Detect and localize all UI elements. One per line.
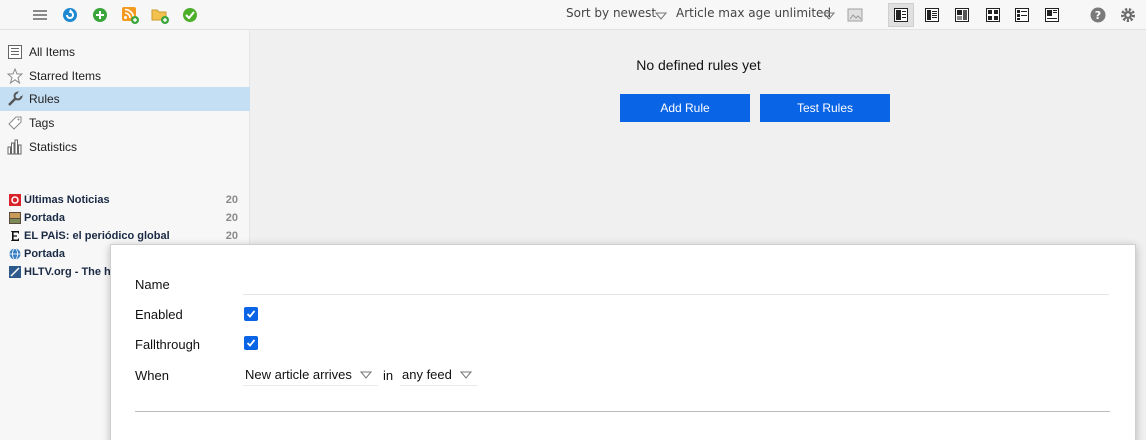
menu-icon[interactable] [30,5,50,25]
sidebar-item-starred-items[interactable]: Starred Items [0,64,250,88]
name-label: Name [135,277,170,292]
when-select[interactable]: New article arrives [243,364,378,386]
rule-name-input[interactable] [243,271,1109,295]
chevron-down-icon [459,367,472,382]
feed-item[interactable]: EL PAÍS: el periódico global 20 [0,227,250,245]
svg-text:?: ? [1095,9,1101,22]
feed-item[interactable]: Últimas Noticias 20 [0,191,250,209]
feed-name: Últimas Noticias [24,194,110,206]
wrench-icon [6,90,24,108]
tag-icon [6,114,24,132]
layout-grid-view-icon[interactable] [980,3,1006,27]
add-rule-button[interactable]: Add Rule [620,94,750,122]
sidebar-item-label: All Items [29,45,76,59]
layout-list-view-icon[interactable] [888,3,914,27]
article-age-dropdown[interactable]: Article max age unlimited [676,6,831,20]
add-feed-icon[interactable] [120,5,140,25]
sidebar-item-rules[interactable]: Rules [0,87,250,111]
sidebar-item-tags[interactable]: Tags [0,111,250,135]
sidebar-item-label: Rules [29,92,60,106]
add-folder-icon[interactable] [150,5,170,25]
sidebar-item-statistics[interactable]: Statistics [0,135,250,159]
unread-count: 20 [225,212,238,224]
chevron-down-icon[interactable] [654,9,668,23]
toolbar: Sort by newest Article max age unlimited… [0,0,1146,30]
chevron-down-icon [359,367,372,382]
refresh-icon[interactable] [60,5,80,25]
in-label: in [383,368,394,383]
blue-arrow-feed-icon [8,266,21,279]
layout-article-view-icon[interactable] [919,3,945,27]
divider [135,411,1110,412]
bar-chart-icon [6,138,24,156]
layout-magazine-view-icon[interactable] [1039,3,1065,27]
feed-name: HLTV.org - The h [24,266,111,278]
sidebar-item-label: Starred Items [29,69,102,83]
mark-all-read-icon[interactable] [180,5,200,25]
when-label: When [135,368,169,383]
star-icon [6,67,24,85]
enabled-checkbox[interactable] [244,307,258,321]
unread-count: 20 [225,230,238,242]
feed-name: EL PAÍS: el periódico global [24,230,170,242]
when-select-value: New article arrives [245,367,352,382]
feed-name: Portada [24,212,65,224]
sidebar-item-label: Statistics [29,140,78,154]
empty-state-message: No defined rules yet [636,57,761,73]
unread-count: 20 [225,194,238,206]
feed-item[interactable]: Portada 20 [0,209,250,227]
letter-e-feed-icon [8,230,21,243]
sort-dropdown[interactable]: Sort by newest [566,6,656,20]
help-icon[interactable]: ? [1088,5,1108,25]
test-rules-button[interactable]: Test Rules [760,94,890,122]
fallthrough-checkbox[interactable] [244,336,258,350]
layout-compact-view-icon[interactable] [1009,3,1035,27]
sidebar-item-label: Tags [29,116,55,130]
red-square-feed-icon [8,194,21,207]
checkmark-icon [246,310,256,318]
sidebar-item-all-items[interactable]: All Items [0,40,250,64]
feed-select-value: any feed [402,367,452,382]
feed-name: Portada [24,248,65,260]
enabled-label: Enabled [135,307,183,322]
gear-icon[interactable] [1118,5,1138,25]
chevron-down-icon[interactable] [822,9,836,23]
list-icon [6,43,24,61]
rule-editor-dialog: Name Enabled Fallthrough When New articl… [110,244,1136,440]
mark-older-read-icon[interactable] [845,5,865,25]
add-icon[interactable] [90,5,110,25]
feed-select[interactable]: any feed [400,364,478,386]
layout-split-view-icon[interactable] [949,3,975,27]
checkmark-icon [246,339,256,347]
image-feed-icon [8,212,21,225]
fallthrough-label: Fallthrough [135,337,201,352]
globe-feed-icon [8,248,21,261]
